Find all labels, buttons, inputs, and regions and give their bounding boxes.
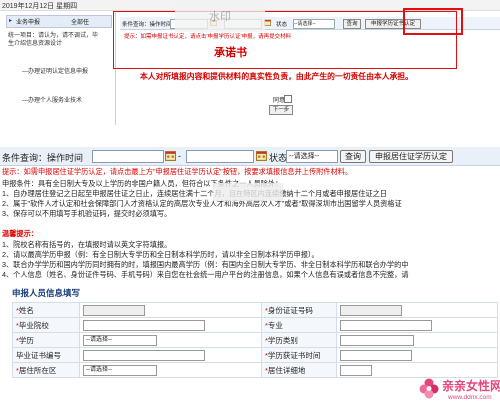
promise-text: 本人对所填报内容和提供材料的真实性负责，由此产生的一切责任由本人承担。 xyxy=(140,72,413,81)
sidebar-header[interactable]: ▸ 业务申报 全部任 xyxy=(6,15,112,28)
query-button[interactable]: 查询 xyxy=(340,150,366,163)
form-row: *学历 --请选择-- *学历类别 xyxy=(12,332,498,348)
degree-type-select[interactable] xyxy=(340,334,414,346)
next-button[interactable]: 下一步 xyxy=(269,105,293,115)
condition-2: 2、属于"软件人才认定和社会保障部门人才资格认定的高层次专业人才和海外高层次人才… xyxy=(2,199,402,208)
promise-frame xyxy=(113,11,457,69)
id-number-label: 身份证证号码 xyxy=(267,305,313,315)
sidebar: ▸ 业务申报 全部任 统一项目：请认为，请不调试，毕 生介绍信息资源设计 —办理… xyxy=(0,11,116,125)
degree-label: 学历 xyxy=(18,335,34,345)
form-heading: 申报人员信息填写 xyxy=(12,288,81,298)
current-date: 2019年12月12日 星期四 xyxy=(2,3,78,10)
form-row: *姓名 *身份证证号码 xyxy=(12,302,498,318)
logo-url: www.ddnx.com xyxy=(448,394,492,401)
name-field[interactable] xyxy=(83,304,145,316)
condition-1: 1、自办理居住登记之日起至申报居住证之日止，连续居住满十二个月，且在特区内连续缴… xyxy=(2,189,387,198)
major-label: 专业 xyxy=(267,320,283,330)
site-logo: 亲亲女性网 www.ddnx.com xyxy=(418,375,500,406)
note-3: 3、联合办学学历和国内学历同时拥有的时，填报国内最高学历（例：有国内全日制大专学… xyxy=(2,260,409,269)
sidebar-header-label: 业务申报 xyxy=(16,20,41,26)
sidebar-item-certificate[interactable]: —办理证明认定信息申报 xyxy=(22,66,88,75)
notes-heading: 温馨提示： xyxy=(2,229,38,238)
name-label: 姓名 xyxy=(18,305,34,315)
degree-type-label: 学历类别 xyxy=(267,335,298,345)
school-field[interactable] xyxy=(83,319,205,331)
applicant-form: *姓名 *身份证证号码 *毕业院校 *专业 *学历 --请选择-- *学历类别 … xyxy=(12,302,498,378)
id-number-field[interactable] xyxy=(340,304,402,316)
calendar-icon[interactable] xyxy=(165,150,176,161)
watermark-blur xyxy=(213,183,283,201)
note-1: 1、院校名称有括号的，在填报时请以英文字符填报。 xyxy=(2,240,172,249)
sidebar-header-right: 全部任 xyxy=(71,20,90,26)
folder-icon: ▸ xyxy=(9,18,13,24)
cert-number-label: 毕业证书编号 xyxy=(16,350,61,360)
address-label: 居住详细地 xyxy=(267,365,306,375)
status-select[interactable]: --请选择-- xyxy=(286,150,338,163)
degree-date-label: 学历获证书时间 xyxy=(267,350,321,360)
sidebar-item-service[interactable]: —办理个人服务业技术 xyxy=(22,95,82,104)
form-row: *毕业院校 *专业 xyxy=(12,317,498,333)
calendar-icon[interactable] xyxy=(256,150,267,161)
form-row: 毕业证书编号 *学历获证书时间 xyxy=(12,347,498,363)
status-label: 状态 xyxy=(269,153,288,163)
date-dash: - xyxy=(178,151,181,161)
flower-logo-icon xyxy=(419,378,439,399)
note-4: 4、个人信息（姓名、身份证件号码、手机号码）来自您在社会统一用户平台的注册信息，… xyxy=(2,270,409,279)
sidebar-line-2: 生介绍信息资源设计 xyxy=(8,41,63,47)
address-field[interactable] xyxy=(340,364,372,376)
condition-3: 3、保存可以不用填写手机验证码，提交时必须填写。 xyxy=(2,209,172,218)
district-select[interactable]: --请选择-- xyxy=(83,364,157,376)
district-label: 居住所在区 xyxy=(18,365,57,375)
query-label: 条件查询：操作时间 xyxy=(2,153,84,163)
watermark: 水印 xyxy=(175,2,265,32)
note-2: 2、请以最高学历申报（例：有全日制大专学历和全日制本科学历时，请以非全日制本科学… xyxy=(2,250,319,259)
degree-date-field[interactable] xyxy=(340,349,412,361)
end-date-input[interactable] xyxy=(186,150,254,163)
cert-number-field[interactable] xyxy=(83,349,205,361)
apply-residence-certificate-button[interactable]: 申报居住证学历认定 xyxy=(369,150,453,163)
agree-checkbox[interactable] xyxy=(284,95,292,103)
tip-text: 提示：如需申报居住证学历认定，请点击最上方"申报居住证学历认定"按钮，按要求填报… xyxy=(2,167,353,176)
major-field[interactable] xyxy=(340,319,432,331)
school-label: 毕业院校 xyxy=(18,320,49,330)
degree-select[interactable]: --请选择-- xyxy=(83,334,157,346)
start-date-input[interactable] xyxy=(92,150,164,163)
query-bar-large: 条件查询：操作时间 - 状态 --请选择-- 查询 申报居住证学历认定 xyxy=(0,147,500,166)
logo-text: 亲亲女性网 xyxy=(442,379,500,393)
